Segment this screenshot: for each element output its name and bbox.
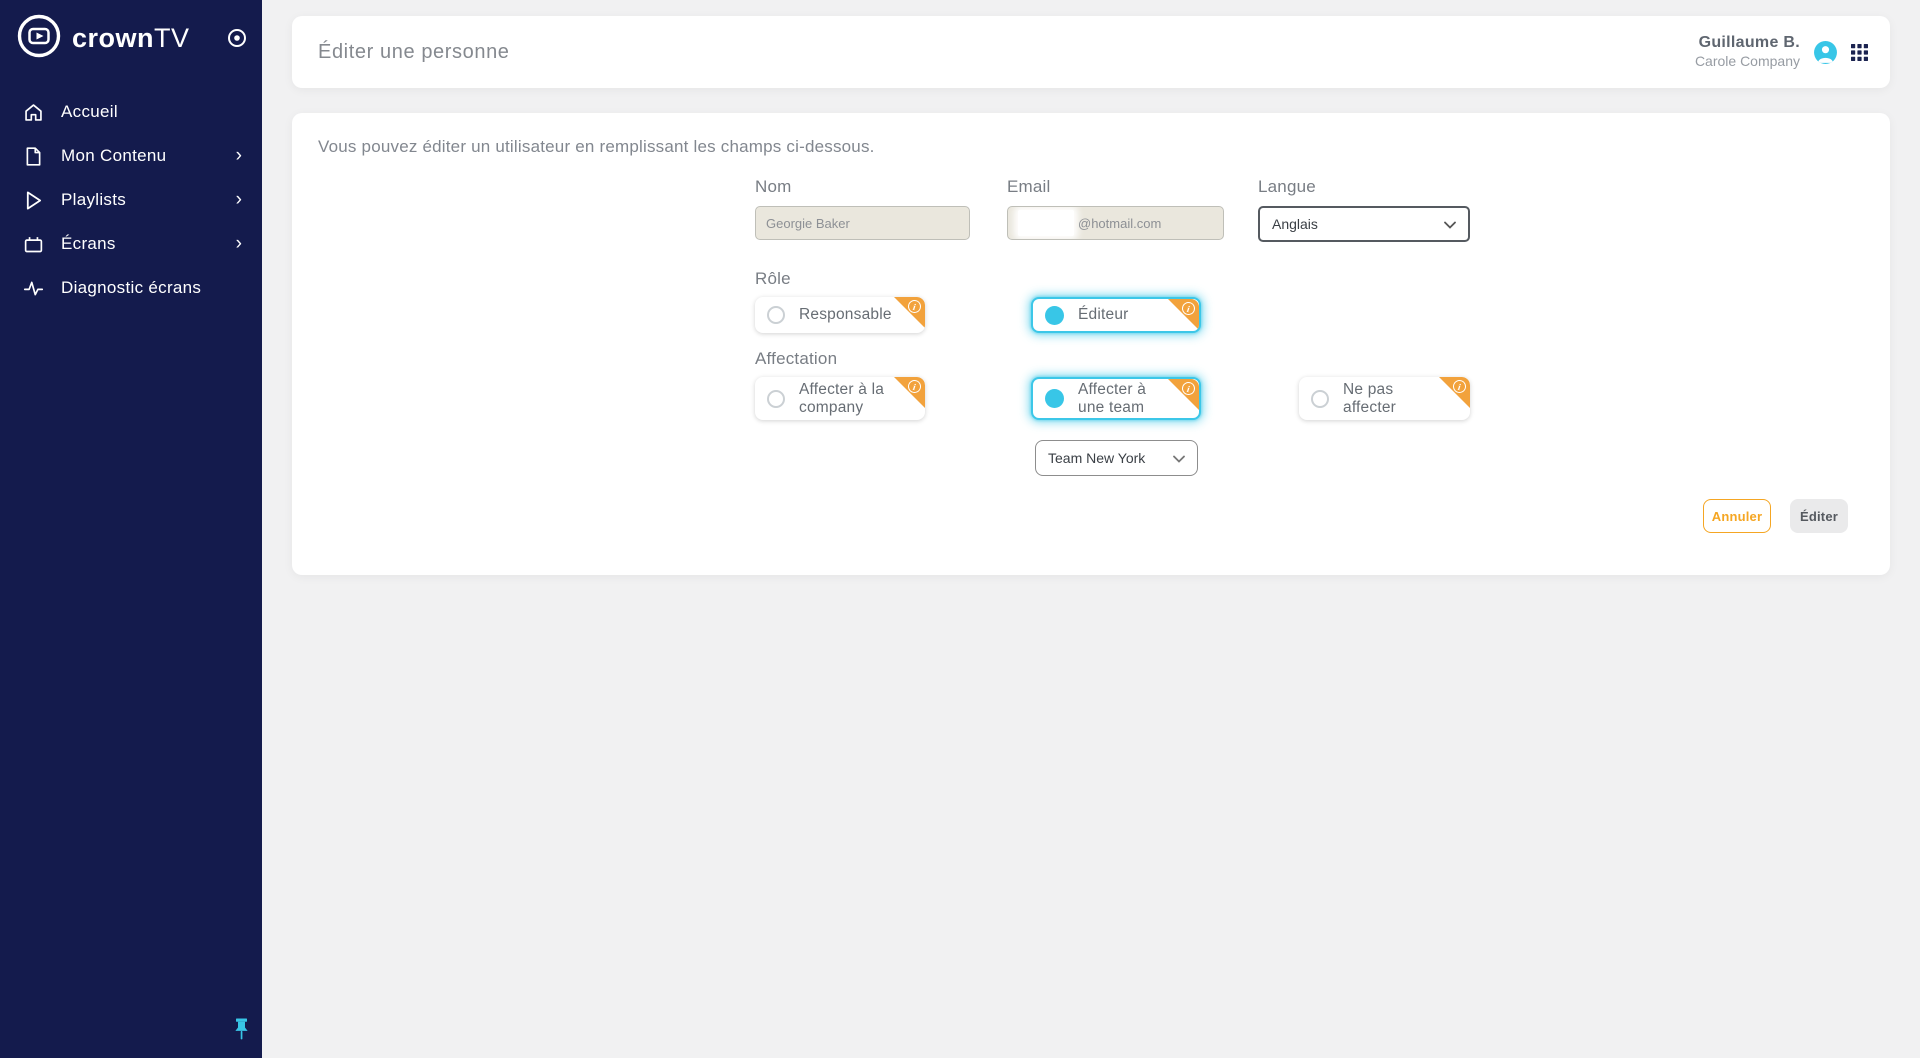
tv-icon [22,233,44,255]
email-input[interactable]: @hotmail.com [1007,206,1224,240]
submit-button[interactable]: Éditer [1790,499,1848,533]
sidebar-item-ecrans[interactable]: Écrans › [0,222,262,266]
nom-label: Nom [755,177,792,196]
sidebar-item-label: Diagnostic écrans [61,278,202,297]
chevron-right-icon: › [235,188,242,210]
sidebar-item-playlists[interactable]: Playlists › [0,178,262,222]
affectation-option-team[interactable]: Affecter à une team i [1031,377,1201,420]
user-text: Guillaume B. Carole Company [1695,33,1800,71]
user-block: Guillaume B. Carole Company [1695,33,1868,71]
email-label: Email [1007,177,1051,196]
sidebar-item-label: Playlists [61,190,127,209]
radio-unselected-icon [767,306,785,324]
sidebar: crownTV Accueil Mon Contenu › Playlists … [0,0,262,1058]
option-label: Affecter à la company [799,380,885,416]
role-label: Rôle [755,269,791,288]
langue-select[interactable]: Anglais [1258,206,1470,242]
play-icon [22,189,44,211]
option-label: Éditeur [1078,306,1129,324]
logo-row: crownTV [0,0,262,74]
sidebar-item-label: Écrans [61,234,116,253]
nom-value: Georgie Baker [766,215,850,231]
role-option-responsable[interactable]: Responsable i [755,297,925,333]
brand-name: crownTV [72,22,190,53]
form-intro-text: Vous pouvez éditer un utilisateur en rem… [318,137,875,156]
sidebar-item-diagnostic-ecrans[interactable]: Diagnostic écrans [0,266,262,310]
home-icon [22,101,44,123]
chevron-right-icon: › [235,232,242,254]
user-company: Carole Company [1694,53,1800,70]
nom-field-group: Nom Georgie Baker [755,177,970,240]
page-title: Éditer une personne [318,40,510,63]
team-value: Team New York [1048,450,1146,466]
langue-field-group: Langue Anglais [1258,177,1470,242]
pin-sidebar-icon[interactable] [233,1018,250,1046]
sidebar-item-accueil[interactable]: Accueil [0,90,262,134]
document-icon [22,145,44,167]
role-option-editeur[interactable]: Éditeur i [1031,297,1201,333]
radio-unselected-icon [1311,389,1329,408]
option-label: Ne pas affecter [1343,380,1397,416]
chevron-right-icon: › [235,144,242,166]
affectation-label: Affectation [755,349,838,368]
email-redaction-blur [1018,210,1074,236]
chevron-down-icon [1173,450,1185,466]
page-header: Éditer une personne Guillaume B. Carole … [292,16,1890,88]
cancel-button[interactable]: Annuler [1703,499,1771,533]
edit-person-form-card: Vous pouvez éditer un utilisateur en rem… [292,113,1890,575]
langue-label: Langue [1258,177,1316,196]
pulse-icon [22,277,44,299]
affectation-option-ne-pas-affecter[interactable]: Ne pas affecter i [1299,377,1470,420]
sidebar-item-mon-contenu[interactable]: Mon Contenu › [0,134,262,178]
team-select[interactable]: Team New York [1035,440,1198,476]
apps-grid-icon[interactable] [1851,43,1868,61]
sidebar-item-label: Mon Contenu [61,146,167,165]
crowntv-logo-icon [16,13,62,64]
affectation-option-company[interactable]: Affecter à la company i [755,377,925,420]
sidebar-collapse-icon[interactable] [226,27,248,49]
email-field-group: Email @hotmail.com [1007,177,1224,240]
avatar-icon[interactable] [1813,40,1838,65]
radio-unselected-icon [767,389,785,408]
user-name: Guillaume B. [1698,34,1800,52]
langue-value: Anglais [1272,216,1318,232]
option-label: Affecter à une team [1078,380,1147,416]
chevron-down-icon [1444,216,1456,232]
sidebar-item-label: Accueil [61,102,118,121]
sidebar-nav: Accueil Mon Contenu › Playlists › Écrans… [0,90,262,310]
radio-selected-icon [1045,389,1064,408]
radio-selected-icon [1045,305,1064,325]
option-label: Responsable [799,306,892,324]
nom-input[interactable]: Georgie Baker [755,206,970,240]
email-value: @hotmail.com [1078,215,1162,231]
